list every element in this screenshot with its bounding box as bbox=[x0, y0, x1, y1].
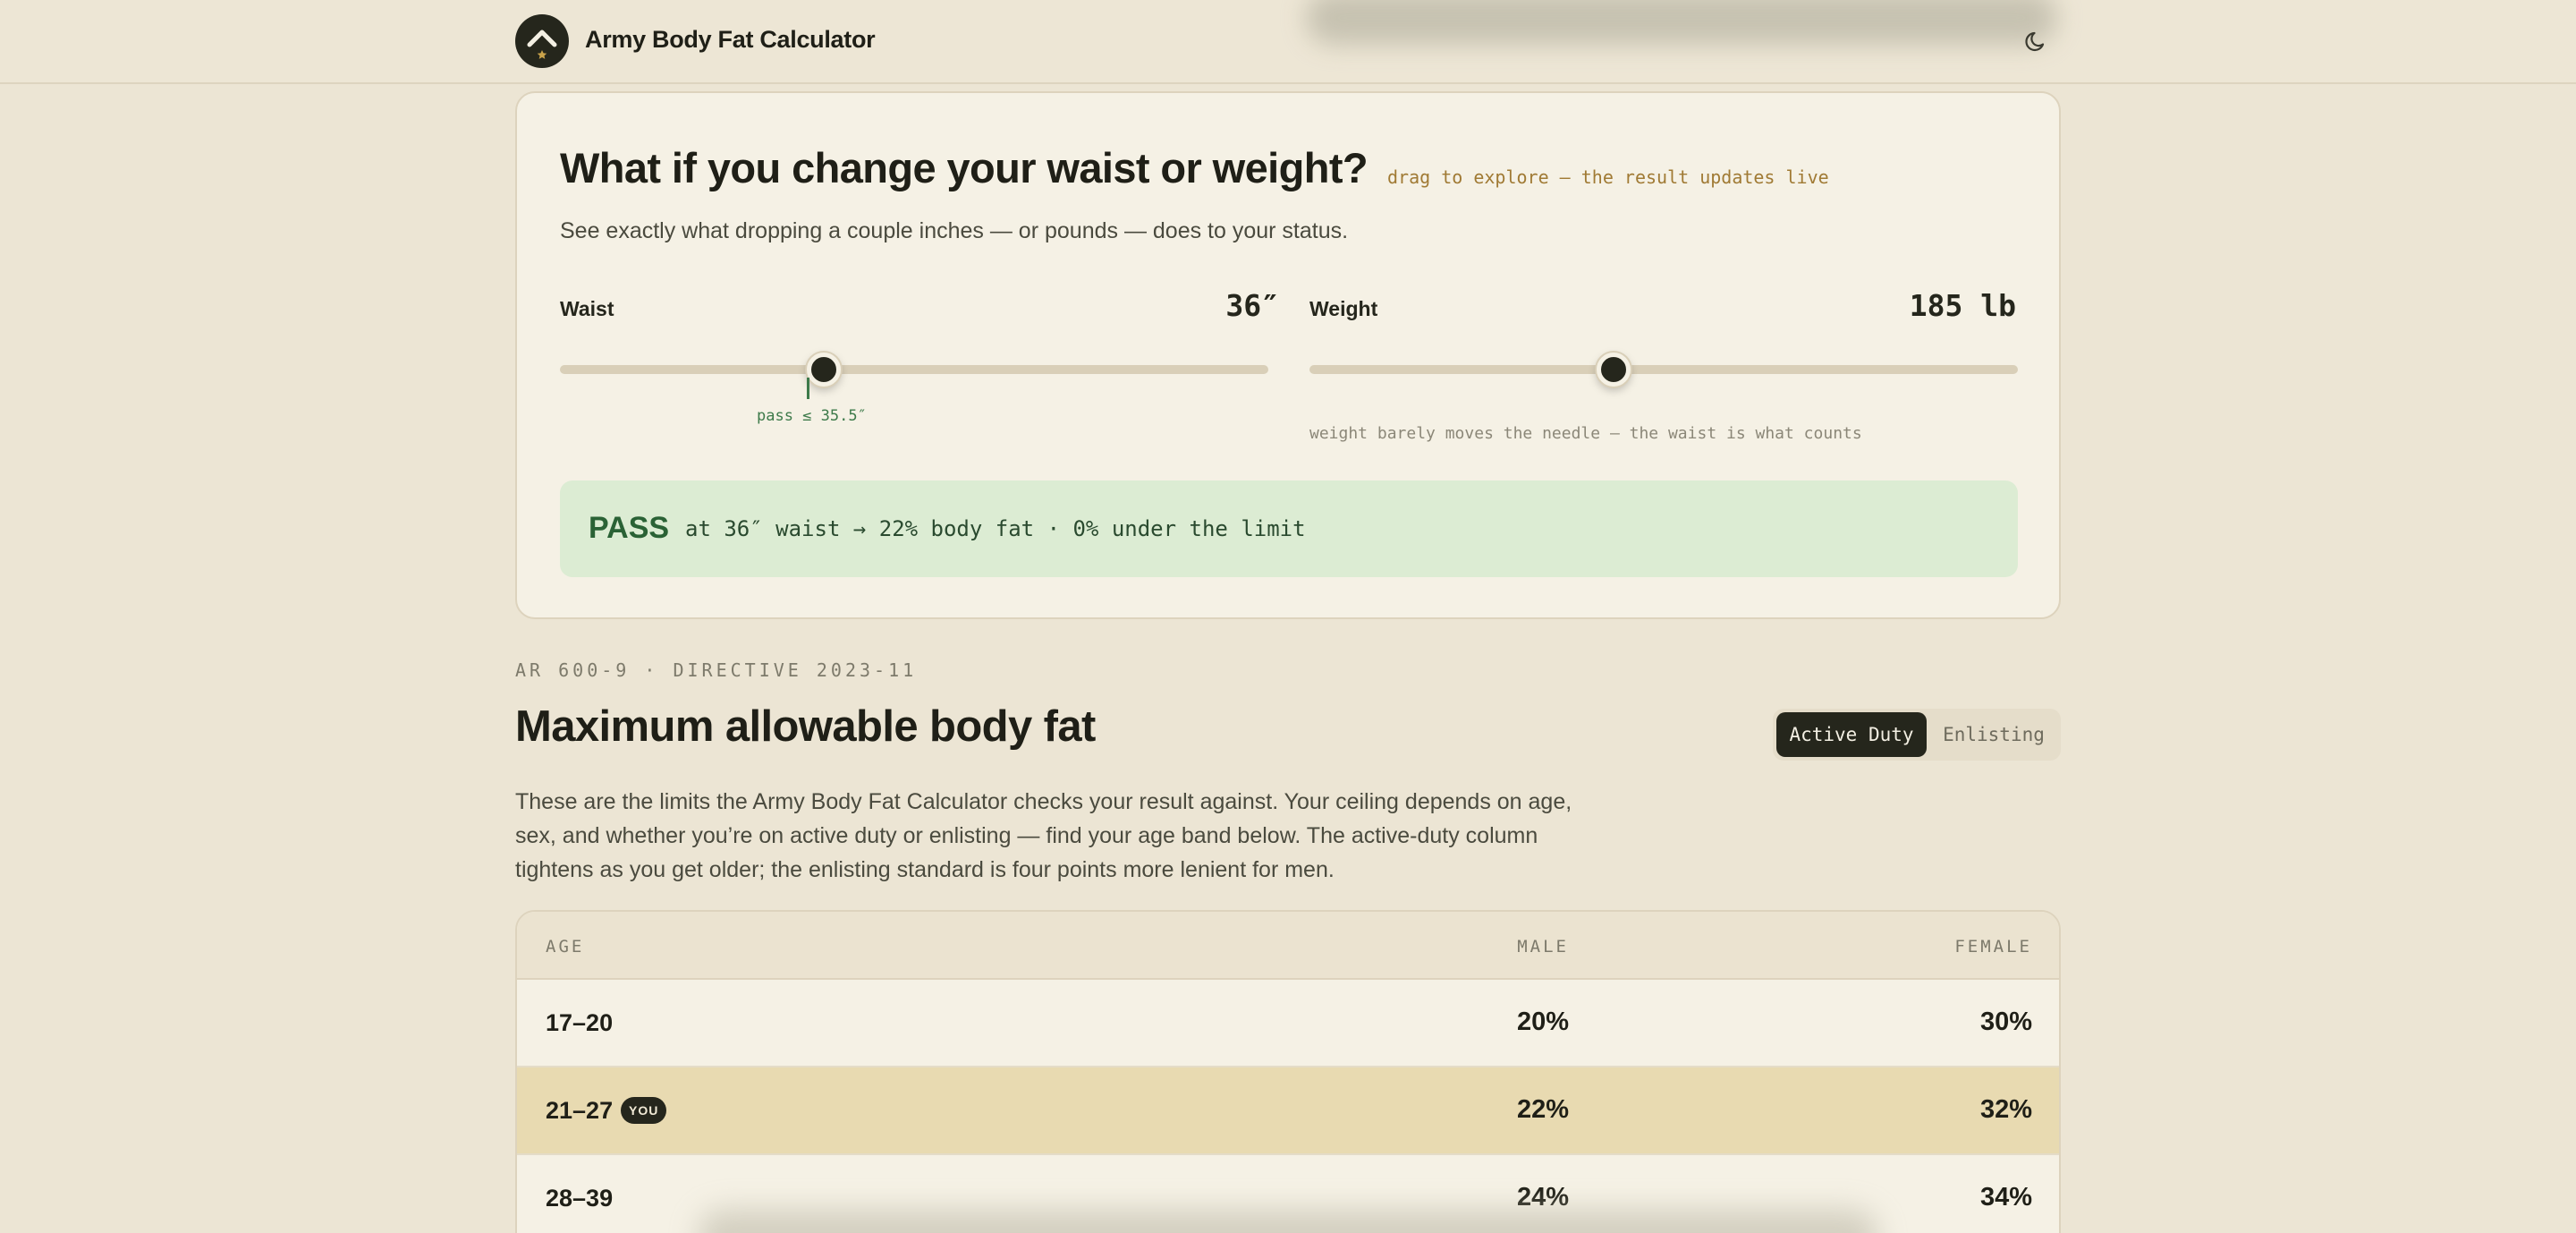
moon-icon[interactable] bbox=[2023, 28, 2050, 55]
waist-pass-note: pass ≤ 35.5″ bbox=[757, 407, 867, 425]
section-description: These are the limits the Army Body Fat C… bbox=[515, 789, 1572, 882]
top-nav: Army Body Fat Calculator bbox=[0, 0, 2576, 84]
section-title: Maximum allowable body fat bbox=[515, 702, 1096, 751]
row-male: 20% bbox=[1516, 1008, 1569, 1036]
blurred-overlay-bottom bbox=[698, 1210, 1878, 1233]
chevron-star-logo-icon[interactable] bbox=[515, 14, 569, 68]
row-age: 28–39 bbox=[546, 1185, 614, 1212]
waist-label: Waist bbox=[560, 297, 614, 320]
waist-value: 36″ bbox=[1225, 288, 1279, 323]
row-age: 17–20 bbox=[546, 1009, 614, 1036]
table-header: AGE MALE FEMALE bbox=[517, 912, 2059, 980]
row-age: 21–27 bbox=[546, 1097, 614, 1124]
column-header-age: AGE bbox=[546, 937, 585, 957]
active-duty-button[interactable]: Active Duty bbox=[1776, 712, 1927, 757]
what-if-title: What if you change your waist or weight? bbox=[560, 144, 1368, 191]
duty-toggle: Active Duty Enlisting bbox=[1773, 709, 2061, 761]
waist-slider-track[interactable] bbox=[560, 365, 1268, 374]
waist-slider-thumb[interactable] bbox=[807, 353, 841, 387]
what-if-card: What if you change your waist or weight?… bbox=[515, 91, 2061, 619]
blurred-overlay bbox=[1306, 0, 2057, 45]
result-status: PASS bbox=[589, 511, 670, 545]
brand-name[interactable]: Army Body Fat Calculator bbox=[585, 26, 876, 54]
what-if-hint: drag to explore — the result updates liv… bbox=[1387, 166, 1829, 188]
weight-slider-track[interactable] bbox=[1309, 365, 2018, 374]
row-male: 22% bbox=[1516, 1095, 1569, 1124]
enlisting-button[interactable]: Enlisting bbox=[1930, 712, 2057, 757]
section-eyebrow: AR 600-9 · DIRECTIVE 2023-11 bbox=[515, 659, 918, 681]
weight-note: weight barely moves the needle — the wai… bbox=[1309, 424, 1862, 443]
column-header-female: FEMALE bbox=[1954, 937, 2032, 957]
you-badge: YOU bbox=[621, 1097, 667, 1124]
table-row: 17–20 20% 30% bbox=[517, 980, 2059, 1067]
table-row-you: 21–27 YOU 22% 32% bbox=[517, 1067, 2059, 1155]
weight-label: Weight bbox=[1309, 297, 1378, 320]
column-header-male: MALE bbox=[1517, 937, 1569, 957]
result-detail: at 36″ waist → 22% body fat · 0% under t… bbox=[685, 516, 1306, 541]
result-banner: PASS at 36″ waist → 22% body fat · 0% un… bbox=[560, 480, 2018, 577]
weight-value: 185 lb bbox=[1909, 288, 2016, 323]
weight-slider-thumb[interactable] bbox=[1597, 353, 1631, 387]
row-female: 32% bbox=[1979, 1095, 2032, 1124]
row-male: 24% bbox=[1516, 1183, 1569, 1212]
what-if-subtitle: See exactly what dropping a couple inche… bbox=[560, 218, 1349, 243]
waist-pass-threshold-tick bbox=[807, 378, 809, 399]
row-female: 30% bbox=[1979, 1008, 2032, 1036]
row-female: 34% bbox=[1979, 1183, 2032, 1212]
body-fat-table: AGE MALE FEMALE 17–20 20% 30% 21–27 YOU … bbox=[515, 910, 2061, 1233]
